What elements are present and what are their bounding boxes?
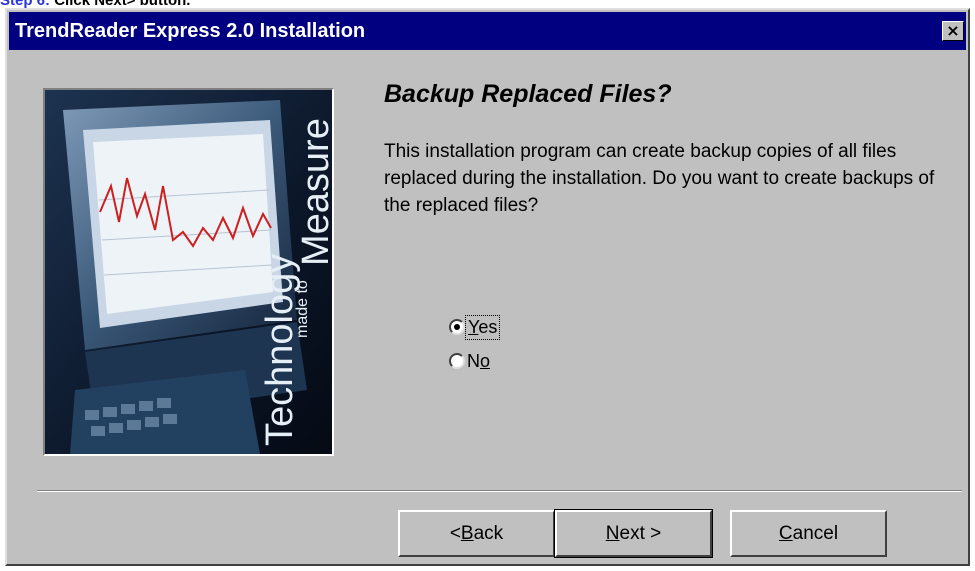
next-button[interactable]: Next > — [554, 509, 713, 558]
radio-selected-dot — [454, 324, 460, 330]
installer-dialog: TrendReader Express 2.0 Installation × T… — [5, 8, 970, 566]
page-caption: Step 6: Click Next> button. — [0, 0, 300, 8]
radio-button-no[interactable] — [449, 353, 465, 369]
description-text: This installation program can create bac… — [384, 141, 935, 216]
cancel-button[interactable]: Cancel — [730, 510, 887, 557]
close-button[interactable]: × — [942, 21, 964, 41]
caption-text: Click Next> button. — [54, 0, 190, 8]
splash-line3: Measure — [295, 118, 332, 266]
radio-no-label[interactable]: No — [467, 351, 490, 372]
window-title: TrendReader Express 2.0 Installation — [15, 20, 366, 42]
radio-button-yes[interactable] — [449, 319, 465, 335]
monitor-illustration: Technology made to Measure — [45, 90, 332, 454]
radio-no[interactable]: No — [449, 349, 490, 373]
radio-yes[interactable]: Yes — [449, 314, 501, 340]
splash-image: Technology made to Measure — [43, 88, 334, 456]
page-title: Backup Replaced Files? — [384, 80, 672, 108]
back-button[interactable]: < Back — [398, 510, 555, 557]
radio-yes-label[interactable]: Yes — [464, 314, 501, 340]
close-icon: × — [946, 21, 960, 40]
caption-step: Step 6: — [0, 0, 50, 8]
title-bar[interactable]: TrendReader Express 2.0 Installation × — [9, 12, 966, 50]
splash-line2: made to — [294, 280, 311, 338]
separator — [37, 490, 962, 492]
